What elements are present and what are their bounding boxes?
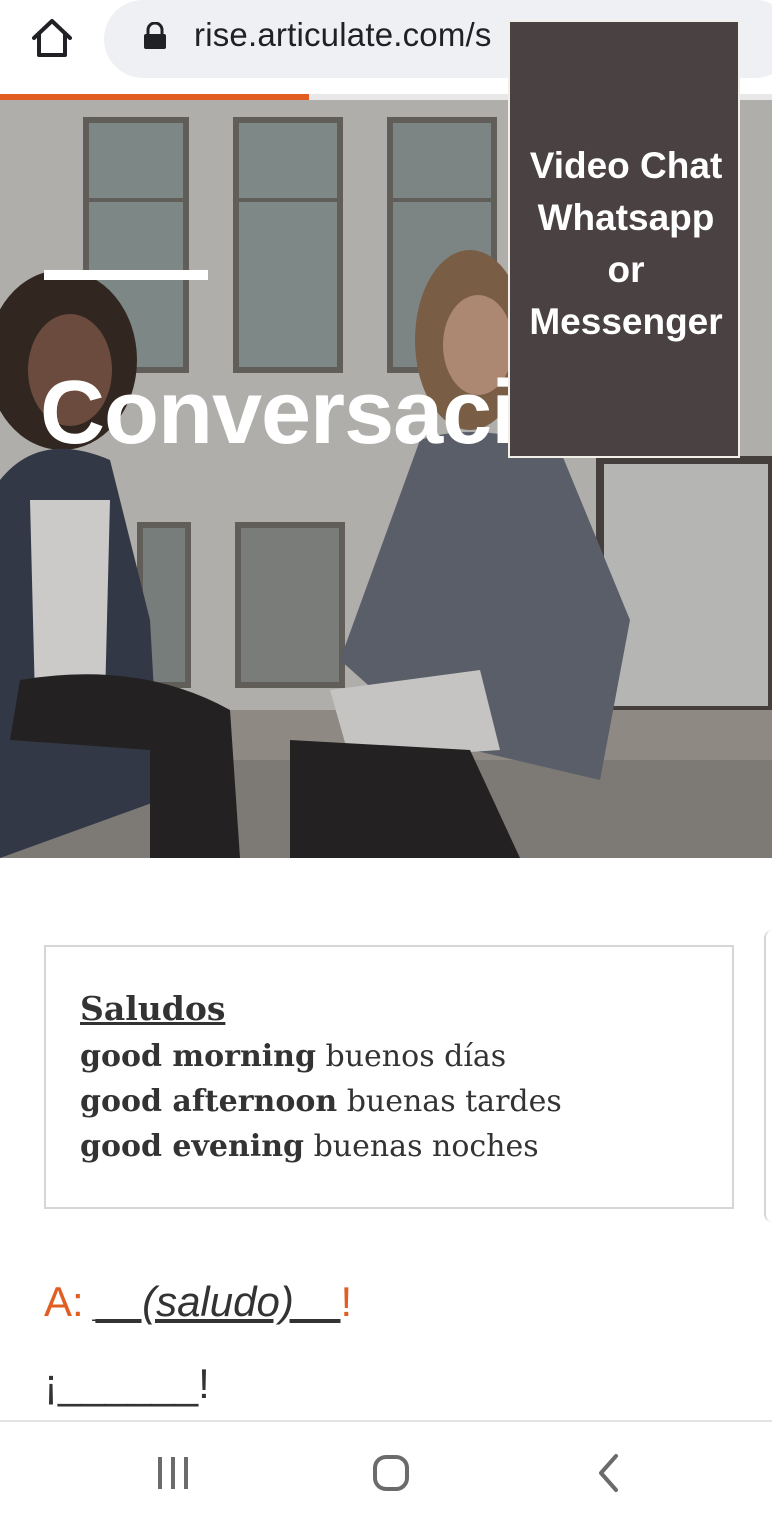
back-icon[interactable] xyxy=(584,1448,634,1498)
vocab-english: good morning xyxy=(80,1039,316,1074)
vocab-spanish: buenos días xyxy=(325,1039,507,1074)
vocab-english: good evening xyxy=(80,1129,305,1164)
overlay-line-4: Messenger xyxy=(529,301,723,342)
vocab-row: good morning buenos días xyxy=(80,1039,506,1074)
vocab-spanish: buenas noches xyxy=(313,1129,539,1164)
hero-title-rule xyxy=(44,270,208,280)
card-title: Saludos xyxy=(80,989,226,1028)
dialogue-prompt: A: __(saludo)__! xyxy=(44,1278,352,1326)
overlay-text: Video Chat Whatsapp or Messenger xyxy=(510,140,742,348)
system-nav-bar xyxy=(0,1420,772,1523)
home-icon[interactable] xyxy=(28,14,76,62)
prompt-exclamation: ! xyxy=(340,1278,353,1325)
overlay-line-1: Video Chat xyxy=(529,145,723,186)
answer-blank: ¡______! xyxy=(44,1360,210,1407)
vocab-row: good evening buenas noches xyxy=(80,1129,539,1164)
overlay-line-3: or xyxy=(607,249,645,290)
vocabulary-card: Saludos good morning buenos días good af… xyxy=(44,945,734,1209)
prompt-blank: __(saludo)__ xyxy=(95,1278,341,1325)
recent-apps-icon[interactable] xyxy=(148,1448,198,1498)
video-chat-overlay: Video Chat Whatsapp or Messenger xyxy=(508,20,740,458)
side-panel-edge[interactable] xyxy=(764,930,772,1222)
speaker-label: A: xyxy=(44,1278,96,1325)
url-text[interactable]: rise.articulate.com/s xyxy=(194,16,492,54)
vocab-row: good afternoon buenas tardes xyxy=(80,1084,562,1119)
vocab-spanish: buenas tardes xyxy=(346,1084,562,1119)
lesson-title: Conversació xyxy=(40,363,570,463)
lock-icon xyxy=(142,21,168,50)
vocab-english: good afternoon xyxy=(80,1084,338,1119)
overlay-line-2: Whatsapp xyxy=(537,197,715,238)
home-circle-icon[interactable] xyxy=(366,1448,416,1498)
